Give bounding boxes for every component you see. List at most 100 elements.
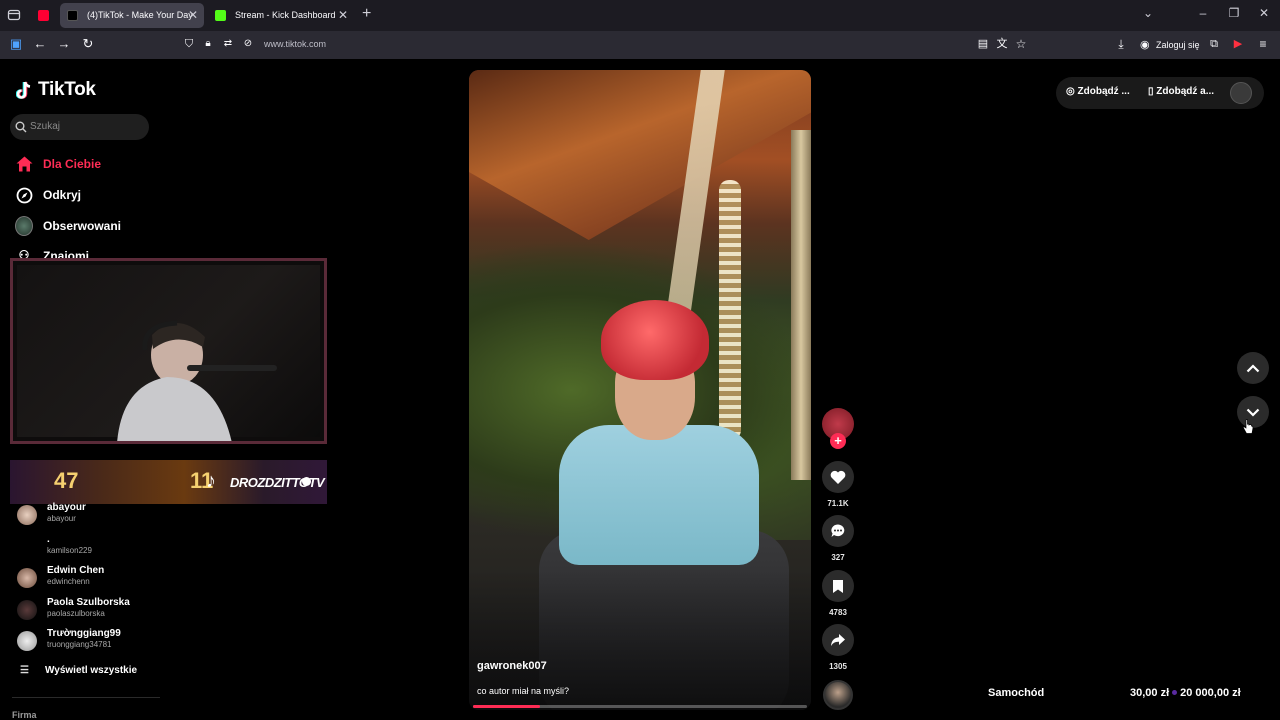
account-handle: kamilson229 xyxy=(47,546,92,555)
bookmark-icon xyxy=(833,579,843,593)
previous-video-button[interactable] xyxy=(1237,352,1269,384)
get-app-label: Zdobądź a... xyxy=(1156,86,1215,97)
compass-icon xyxy=(15,186,33,204)
banner-number: 47 xyxy=(54,468,79,493)
record-dot-icon xyxy=(302,477,311,486)
stream-goal-label: Samochód xyxy=(988,687,1045,699)
video-description: co autor miał na myśli? xyxy=(477,686,570,696)
close-tab-icon[interactable]: ✕ xyxy=(338,3,348,28)
goal-target: 20 000,00 zł xyxy=(1180,687,1241,699)
home-icon xyxy=(15,155,33,173)
avatar xyxy=(17,600,37,620)
account-name: Paola Szulborska xyxy=(47,597,130,608)
music-disc-avatar[interactable] xyxy=(823,680,853,710)
account-name: abayour xyxy=(47,502,86,513)
share-icon xyxy=(831,634,845,646)
account-name: Trườnggiang99 xyxy=(47,628,121,639)
goal-current: 30,00 zł xyxy=(1130,687,1170,699)
comment-icon xyxy=(831,524,845,537)
stream-banner: 47 11 ♪ DROZDZITTOTV xyxy=(10,460,327,504)
minimize-icon[interactable]: – xyxy=(1193,6,1213,20)
nav-for-you[interactable]: Dla Ciebie xyxy=(15,153,101,175)
avatar xyxy=(17,505,37,525)
youtube-extension-icon[interactable]: ▶ xyxy=(1230,36,1246,52)
list-icon: ☰ xyxy=(20,665,29,676)
see-all-label: Wyświetl wszystkie xyxy=(45,665,138,676)
camera-blocked-icon[interactable]: ⊘ xyxy=(240,36,256,52)
tab-kick[interactable]: Stream - Kick Dashboard ✕ xyxy=(208,3,354,28)
lock-icon[interactable]: 🔒︎ xyxy=(200,36,216,52)
video-scene xyxy=(469,70,811,240)
nav-label: Dla Ciebie xyxy=(43,157,102,171)
kick-favicon-icon xyxy=(215,10,226,21)
account-name: . xyxy=(47,534,50,545)
footer-company-heading: Firma xyxy=(12,710,37,720)
nav-following[interactable]: Obserwowani xyxy=(15,215,121,237)
menu-icon[interactable]: ≡ xyxy=(1255,36,1271,52)
tab-list-icon[interactable] xyxy=(7,8,21,22)
get-app-button[interactable]: ▯ Zdobądź a... xyxy=(1148,86,1214,97)
close-tab-icon[interactable]: ✕ xyxy=(188,3,198,28)
search-icon xyxy=(15,121,27,133)
see-all-button[interactable]: ☰ Wyświetl wszystkie xyxy=(20,665,137,676)
tab-overflow-chevron-icon[interactable]: ⌄ xyxy=(1138,6,1158,20)
sidebar-toggle-icon[interactable]: ▣ xyxy=(8,36,24,52)
tab-label: Stream - Kick Dashboard xyxy=(235,10,336,20)
account-name: Edwin Chen xyxy=(47,565,105,576)
separator-dot xyxy=(1172,690,1178,695)
maximize-icon[interactable]: ❐ xyxy=(1224,6,1244,20)
login-button[interactable]: ◉ Zaloguj się xyxy=(1138,35,1200,55)
youtube-icon xyxy=(38,10,49,21)
like-count: 71.1K xyxy=(827,499,849,508)
translate-icon[interactable]: 文 xyxy=(994,36,1010,52)
back-icon[interactable]: ← xyxy=(32,36,48,52)
like-button[interactable] xyxy=(822,461,854,493)
forward-icon[interactable]: → xyxy=(56,36,72,52)
account-handle: truonggiang34781 xyxy=(47,640,112,649)
tiktok-note-icon: ♪ xyxy=(206,470,216,492)
nav-explore[interactable]: Odkryj xyxy=(15,184,81,206)
tab-tiktok[interactable]: (4)TikTok - Make Your Day ✕ xyxy=(60,3,204,28)
avatar xyxy=(17,568,37,588)
downloads-icon[interactable]: ⤓ xyxy=(1113,36,1129,52)
video-scene xyxy=(791,130,811,480)
shield-icon[interactable]: ⛉ xyxy=(181,36,197,52)
account-handle: edwinchenn xyxy=(47,577,90,586)
get-coins-button[interactable]: ◎ Zdobądź ... xyxy=(1066,86,1130,97)
close-window-icon[interactable]: ✕ xyxy=(1254,6,1274,20)
profile-avatar[interactable] xyxy=(1230,82,1252,104)
search-placeholder: Szukaj xyxy=(30,121,61,132)
permissions-icon[interactable]: ⇄ xyxy=(220,36,236,52)
top-right-actions: ◎ Zdobądź ... ▯ Zdobądź a... xyxy=(1056,77,1264,109)
share-count: 1305 xyxy=(829,662,847,671)
bookmark-star-icon[interactable]: ☆ xyxy=(1013,36,1029,52)
hand-cursor-icon xyxy=(1243,419,1254,434)
share-button[interactable] xyxy=(822,624,854,656)
reader-view-icon[interactable]: ▤ xyxy=(975,36,991,52)
extensions-icon[interactable]: ⧉ xyxy=(1206,36,1222,52)
video-player[interactable]: gawronek007 co autor miał na myśli? xyxy=(469,70,811,710)
avatar-icon xyxy=(15,216,33,236)
reload-icon[interactable]: ↻ xyxy=(80,36,96,52)
account-icon: ◉ xyxy=(1140,39,1150,51)
search-input[interactable]: Szukaj xyxy=(10,114,149,140)
comment-button[interactable] xyxy=(822,515,854,547)
tiktok-logo[interactable]: TikTok xyxy=(16,79,96,101)
video-author[interactable]: gawronek007 xyxy=(477,660,547,672)
divider xyxy=(12,697,160,698)
account-handle: paolaszulborska xyxy=(47,609,105,618)
get-coins-label: Zdobądź ... xyxy=(1077,86,1130,97)
webcam-person xyxy=(117,320,277,441)
new-tab-icon[interactable]: + xyxy=(362,5,371,23)
url-field[interactable]: www.tiktok.com xyxy=(264,39,326,49)
browser-navbar: ▣ ← → ↻ ⛉ 🔒︎ ⇄ ⊘ www.tiktok.com ▤ 文 ☆ ⤓ … xyxy=(0,31,1280,59)
video-progress-bar[interactable] xyxy=(473,705,807,708)
login-label: Zaloguj się xyxy=(1156,40,1200,50)
save-count: 4783 xyxy=(829,608,847,617)
logo-text: TikTok xyxy=(38,79,96,100)
nav-label: Odkryj xyxy=(43,188,82,202)
follow-button[interactable]: + xyxy=(830,433,846,449)
save-button[interactable] xyxy=(822,570,854,602)
tab-youtube-pinned[interactable] xyxy=(32,3,56,28)
video-progress-fill xyxy=(473,705,540,708)
